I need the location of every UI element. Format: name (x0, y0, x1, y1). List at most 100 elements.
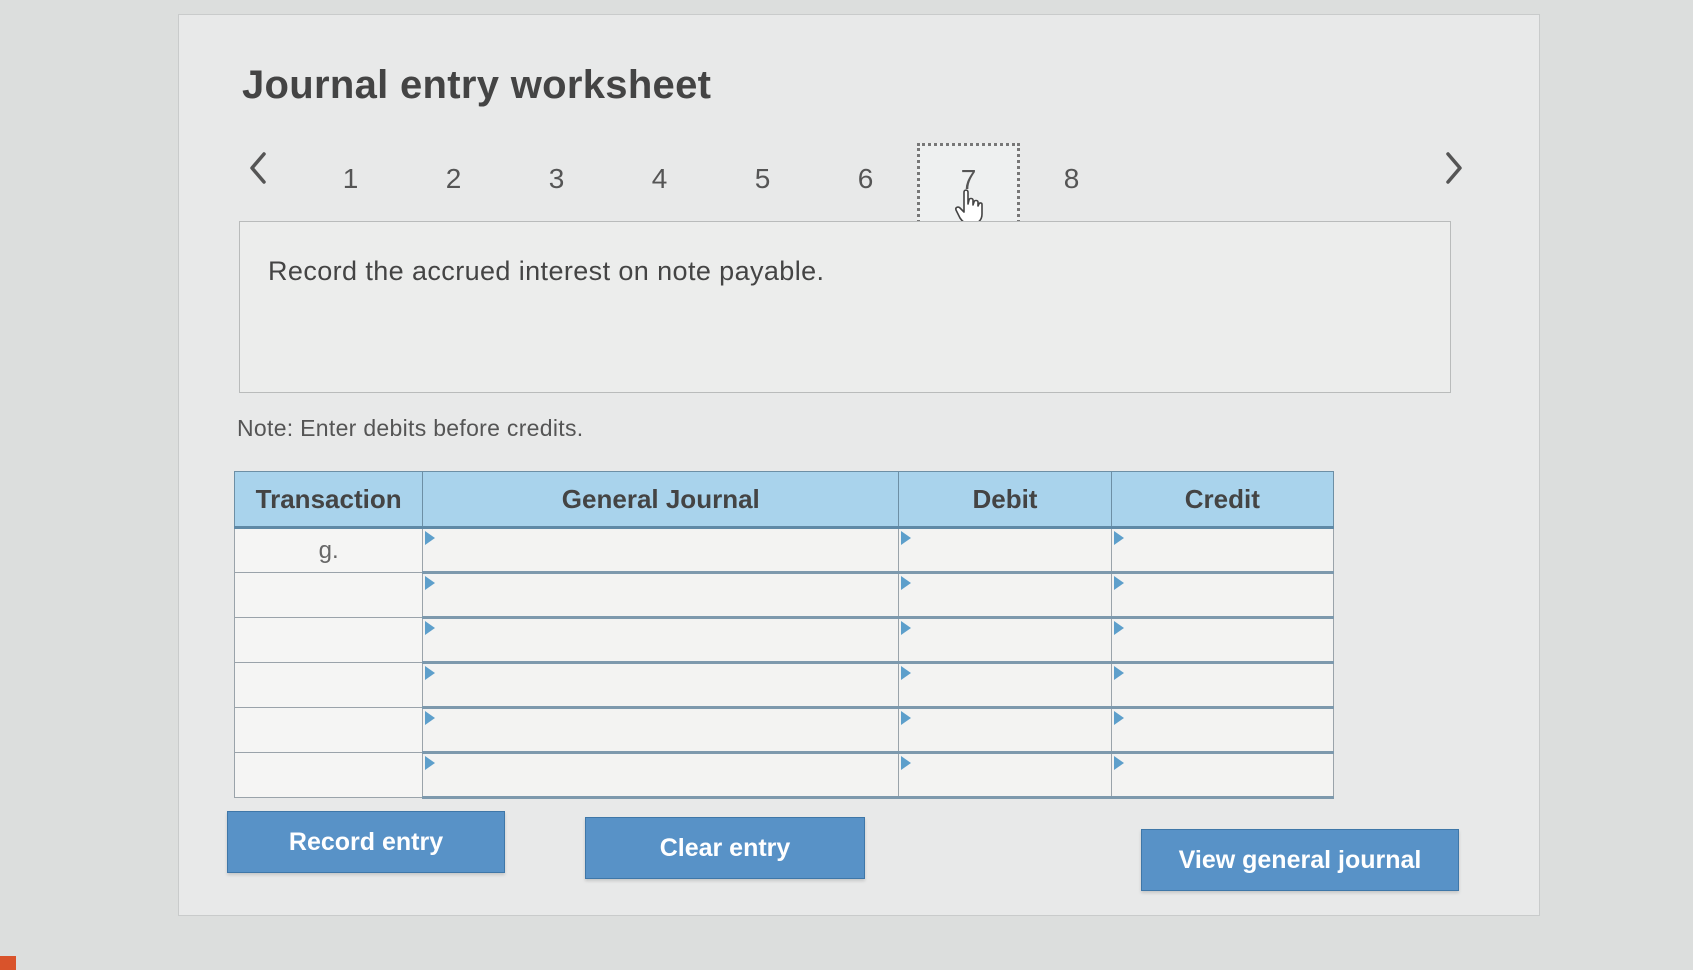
credit-cell[interactable] (1110, 527, 1335, 574)
debit-input[interactable] (899, 619, 1111, 661)
account-cell[interactable] (422, 752, 900, 799)
triangle-flag-icon (1113, 531, 1124, 545)
transaction-cell (233, 662, 424, 708)
debit-input[interactable] (899, 529, 1111, 571)
page-tab-label: 4 (651, 163, 668, 194)
triangle-flag-icon (425, 576, 436, 590)
account-cell[interactable] (422, 707, 900, 754)
page-tab-label: 1 (342, 163, 359, 194)
account-select[interactable] (423, 529, 899, 571)
page-tab-label: 2 (445, 163, 462, 194)
account-cell[interactable] (422, 527, 900, 574)
page-tab-label: 5 (754, 163, 771, 194)
transaction-cell (233, 707, 424, 753)
debit-input[interactable] (899, 664, 1111, 706)
table-row (233, 572, 1335, 619)
header-debit: Debit (898, 471, 1112, 529)
debit-cell[interactable] (898, 707, 1112, 754)
triangle-flag-icon (901, 711, 912, 725)
debit-cell[interactable] (898, 572, 1112, 619)
credit-cell[interactable] (1110, 617, 1335, 664)
table-row (233, 707, 1335, 754)
transaction-cell (233, 572, 424, 618)
transaction-cell (233, 617, 424, 663)
worksheet-panel: Journal entry worksheet 1 2 3 4 5 6 7 8 … (178, 14, 1540, 916)
credit-cell[interactable] (1110, 572, 1335, 619)
account-select[interactable] (423, 664, 899, 706)
triangle-flag-icon (1113, 666, 1124, 680)
view-general-journal-button[interactable]: View general journal (1141, 829, 1459, 891)
triangle-flag-icon (901, 756, 912, 770)
triangle-flag-icon (1113, 756, 1124, 770)
triangle-flag-icon (901, 576, 912, 590)
clear-entry-button[interactable]: Clear entry (585, 817, 865, 879)
page-tab-8[interactable]: 8 (1020, 145, 1123, 221)
page-tab-4[interactable]: 4 (608, 145, 711, 221)
triangle-flag-icon (425, 666, 436, 680)
instruction-box: Record the accrued interest on note paya… (239, 221, 1451, 393)
corner-mark (0, 956, 16, 970)
triangle-flag-icon (425, 711, 436, 725)
page-tab-label: 6 (857, 163, 874, 194)
credit-input[interactable] (1111, 619, 1333, 661)
page-tab-3[interactable]: 3 (505, 145, 608, 221)
page-tab-2[interactable]: 2 (402, 145, 505, 221)
chevron-left-icon (250, 152, 266, 184)
account-cell[interactable] (422, 662, 900, 709)
debit-cell[interactable] (898, 662, 1112, 709)
triangle-flag-icon (425, 621, 436, 635)
credit-cell[interactable] (1110, 752, 1335, 799)
credit-input[interactable] (1111, 709, 1333, 751)
transaction-cell: g. (233, 527, 424, 573)
chevron-right-icon (1446, 152, 1462, 184)
credit-input[interactable] (1111, 664, 1333, 706)
debit-cell[interactable] (898, 752, 1112, 799)
triangle-flag-icon (1113, 621, 1124, 635)
page-tab-1[interactable]: 1 (299, 145, 402, 221)
triangle-flag-icon (901, 531, 912, 545)
table-header-row: Transaction General Journal Debit Credit (233, 471, 1335, 529)
account-cell[interactable] (422, 617, 900, 664)
journal-entry-table: Transaction General Journal Debit Credit… (233, 471, 1335, 799)
triangle-flag-icon (1113, 711, 1124, 725)
account-select[interactable] (423, 619, 899, 661)
page-tab-6[interactable]: 6 (814, 145, 917, 221)
page-tabs: 1 2 3 4 5 6 7 8 (299, 143, 1123, 229)
credit-input[interactable] (1111, 574, 1333, 616)
triangle-flag-icon (425, 756, 436, 770)
triangle-flag-icon (425, 531, 436, 545)
debit-input[interactable] (899, 754, 1111, 796)
account-select[interactable] (423, 709, 899, 751)
table-row (233, 617, 1335, 664)
page-tab-5[interactable]: 5 (711, 145, 814, 221)
transaction-cell (233, 752, 424, 798)
debit-input[interactable] (899, 709, 1111, 751)
record-entry-button[interactable]: Record entry (227, 811, 505, 873)
debit-cell[interactable] (898, 617, 1112, 664)
debit-cell[interactable] (898, 527, 1112, 574)
header-credit: Credit (1110, 471, 1335, 529)
account-select[interactable] (423, 754, 899, 796)
previous-page-button[interactable] (233, 143, 283, 193)
page-tab-label: 8 (1063, 163, 1080, 194)
header-general-journal: General Journal (422, 471, 900, 529)
debit-input[interactable] (899, 574, 1111, 616)
header-transaction: Transaction (233, 471, 424, 529)
account-select[interactable] (423, 574, 899, 616)
entry-note: Note: Enter debits before credits. (237, 415, 584, 441)
triangle-flag-icon (1113, 576, 1124, 590)
page-tab-7[interactable]: 7 (917, 143, 1020, 229)
page-title: Journal entry worksheet (242, 63, 712, 107)
credit-input[interactable] (1111, 529, 1333, 571)
credit-cell[interactable] (1110, 707, 1335, 754)
credit-input[interactable] (1111, 754, 1333, 796)
credit-cell[interactable] (1110, 662, 1335, 709)
page-tab-label: 3 (548, 163, 565, 194)
table-row (233, 662, 1335, 709)
table-row (233, 752, 1335, 799)
account-cell[interactable] (422, 572, 900, 619)
triangle-flag-icon (901, 621, 912, 635)
triangle-flag-icon (901, 666, 912, 680)
instruction-text: Record the accrued interest on note paya… (268, 256, 825, 286)
next-page-button[interactable] (1429, 143, 1479, 193)
